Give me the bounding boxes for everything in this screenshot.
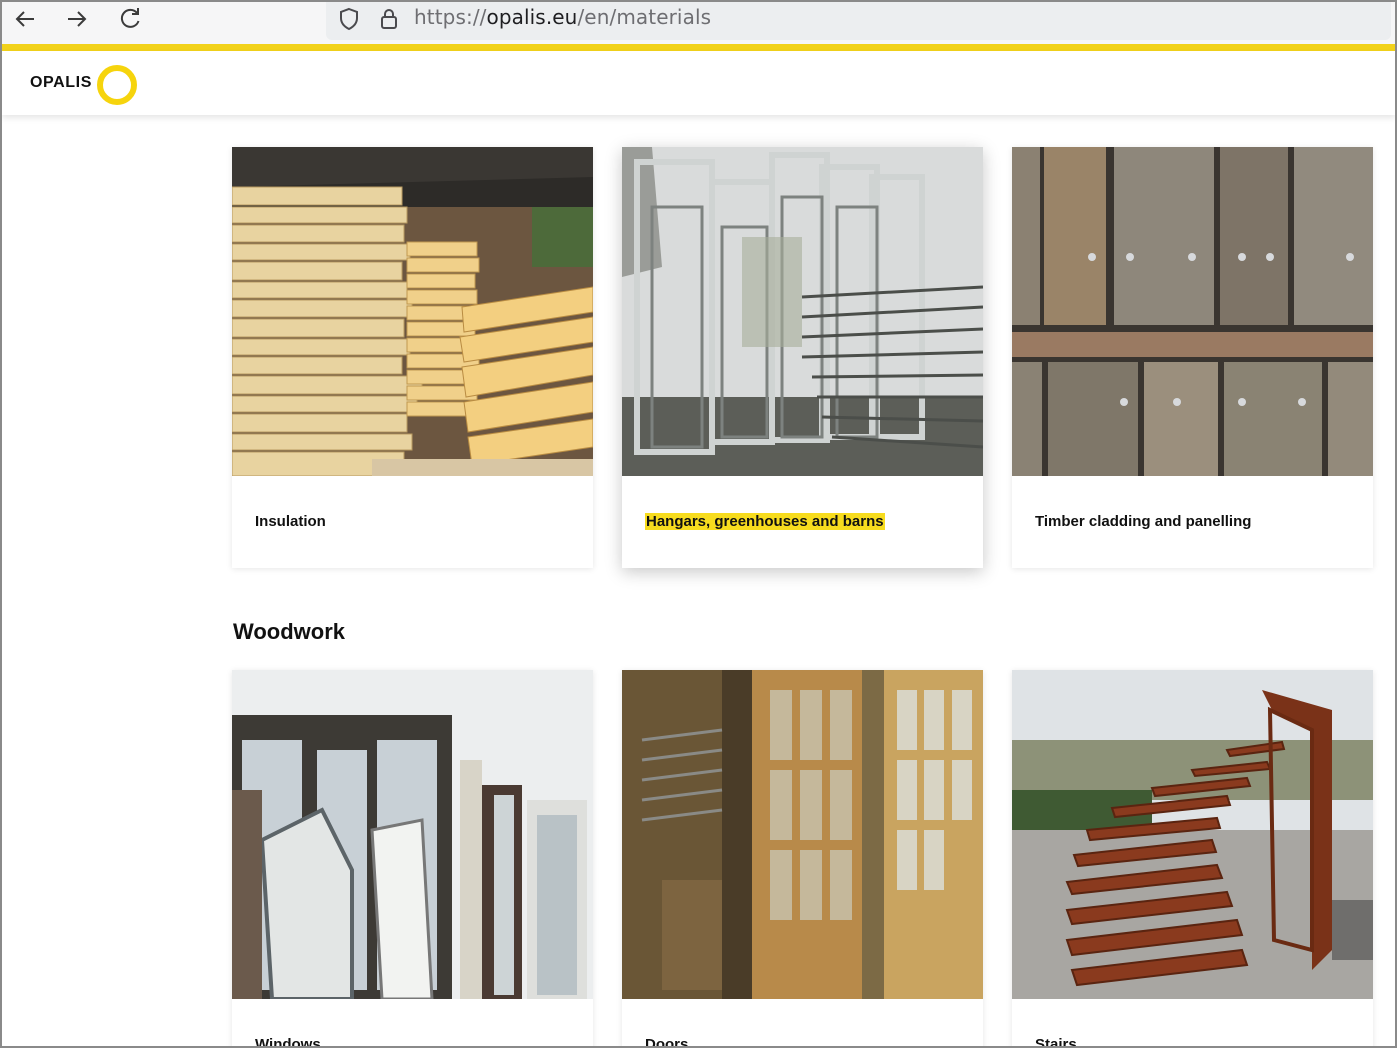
card-label[interactable]: Timber cladding and panelling [1035,513,1251,530]
url-prefix: https:// [414,5,487,29]
shield-icon[interactable] [336,6,362,32]
card-label[interactable]: Insulation [255,513,326,530]
card-label-highlighted[interactable]: Hangars, greenhouses and barns [645,513,885,530]
url-path: /en/materials [577,5,712,29]
material-card-insulation[interactable]: Insulation [232,147,593,568]
reload-icon[interactable] [115,4,145,34]
material-card-hangars[interactable]: Hangars, greenhouses and barns [622,147,983,568]
windows-image [232,670,593,999]
back-arrow-icon[interactable] [10,4,40,34]
doors-image [622,670,983,999]
stairs-image [1012,670,1373,999]
url-domain: opalis.eu [486,5,578,29]
hangars-image [622,147,983,476]
lock-icon[interactable] [376,6,402,32]
section-title-woodwork: Woodwork [233,619,346,644]
material-card-stairs[interactable]: Stairs [1012,670,1373,1046]
logo-text[interactable]: OPALIS [30,74,92,92]
accent-bar [2,44,1395,51]
browser-toolbar: https://opalis.eu/en/materials [2,2,1395,46]
card-label[interactable]: Windows [255,1036,321,1046]
material-card-doors[interactable]: Doors [622,670,983,1046]
browser-window: https://opalis.eu/en/materials OPALIS In… [0,0,1397,1048]
card-label[interactable]: Doors [645,1036,688,1046]
card-label[interactable]: Stairs [1035,1036,1077,1046]
url-text[interactable]: https://opalis.eu/en/materials [414,5,711,29]
forward-arrow-icon[interactable] [62,4,92,34]
address-bar[interactable]: https://opalis.eu/en/materials [326,2,1391,40]
site-header: OPALIS [2,51,1395,115]
insulation-image [232,147,593,476]
material-card-timber[interactable]: Timber cladding and panelling [1012,147,1373,568]
material-card-windows[interactable]: Windows [232,670,593,1046]
logo-ring-icon[interactable] [97,65,137,105]
timber-image [1012,147,1373,476]
